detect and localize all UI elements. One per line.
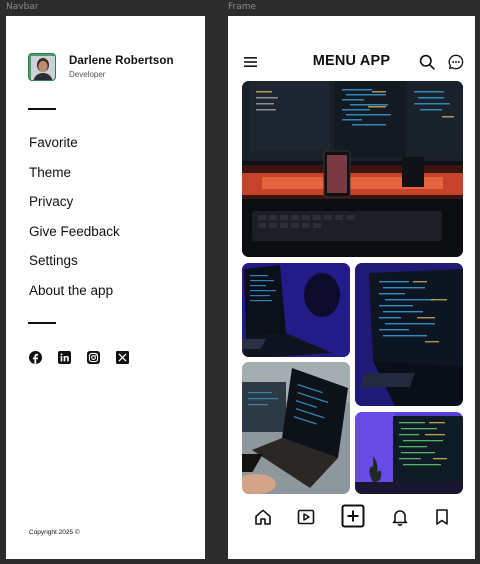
app-frame-label: Frame xyxy=(228,2,257,12)
profile-header[interactable]: Darlene Robertson Developer xyxy=(28,53,174,81)
app-header: MENU APP xyxy=(228,52,475,74)
photo-tile[interactable] xyxy=(242,81,463,257)
app-frame: MENU APP xyxy=(228,16,475,559)
photo-tile[interactable] xyxy=(355,412,463,494)
menu-item-favorite[interactable]: Favorite xyxy=(29,134,120,164)
navbar-panel: Darlene Robertson Developer Favorite The… xyxy=(6,16,205,559)
bell-icon xyxy=(392,510,408,526)
photo-image xyxy=(242,81,463,257)
bottom-nav xyxy=(228,504,475,536)
navbar-frame-label: Navbar xyxy=(6,2,39,12)
add-icon xyxy=(341,504,365,528)
photo-image xyxy=(242,263,350,357)
menu-item-privacy[interactable]: Privacy xyxy=(29,193,120,223)
copyright-text: Copyright 2025 © xyxy=(29,529,80,536)
divider xyxy=(28,108,56,110)
x-icon[interactable] xyxy=(116,351,129,364)
app-title: MENU APP xyxy=(312,53,391,69)
menu-item-about[interactable]: About the app xyxy=(29,282,120,312)
home-icon xyxy=(255,509,271,525)
menu-list: Favorite Theme Privacy Give Feedback Set… xyxy=(29,134,120,311)
menu-item-give-feedback[interactable]: Give Feedback xyxy=(29,223,120,253)
facebook-icon[interactable] xyxy=(29,351,42,364)
video-icon xyxy=(297,509,315,525)
photo-image xyxy=(355,412,463,494)
nav-notifications-button[interactable] xyxy=(389,506,411,528)
menu-item-theme[interactable]: Theme xyxy=(29,164,120,194)
nav-bookmark-button[interactable] xyxy=(431,506,453,528)
divider xyxy=(28,322,56,324)
profile-role: Developer xyxy=(69,70,106,79)
nav-home-button[interactable] xyxy=(252,506,274,528)
bookmark-icon xyxy=(436,509,448,525)
social-links xyxy=(29,351,129,364)
photo-image xyxy=(242,362,350,494)
menu-item-settings[interactable]: Settings xyxy=(29,252,120,282)
nav-add-button[interactable] xyxy=(341,504,365,528)
chat-icon[interactable] xyxy=(448,54,464,70)
search-icon[interactable] xyxy=(419,54,435,70)
nav-video-button[interactable] xyxy=(295,506,317,528)
photo-tile[interactable] xyxy=(355,263,463,406)
linkedin-icon[interactable] xyxy=(58,351,71,364)
photo-tile[interactable] xyxy=(242,362,350,494)
profile-name: Darlene Robertson xyxy=(69,55,174,67)
photo-tile[interactable] xyxy=(242,263,350,357)
photo-image xyxy=(355,263,463,406)
instagram-icon[interactable] xyxy=(87,351,100,364)
avatar[interactable] xyxy=(28,53,56,81)
